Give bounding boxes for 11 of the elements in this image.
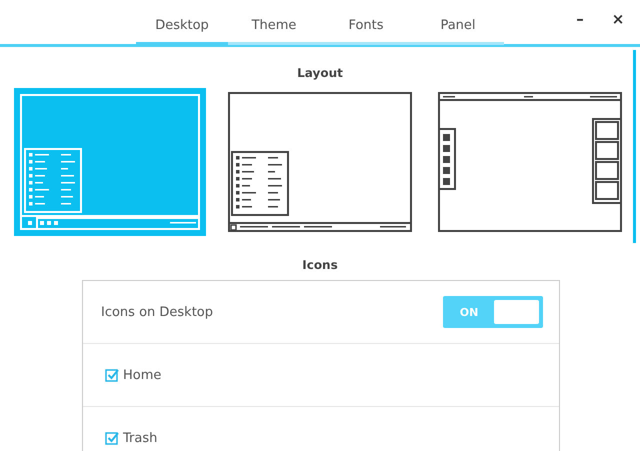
section-title: Layout	[296, 66, 344, 82]
section-title: Icons	[301, 258, 339, 274]
minimize-button[interactable]: –	[568, 10, 592, 28]
close-button[interactable]: ×	[606, 10, 630, 28]
checkbox-label: Home	[123, 368, 162, 382]
tab[interactable]: Panel	[412, 1, 504, 45]
checkbox-label: Trash	[123, 430, 158, 446]
setting-label: Icons on Desktop	[101, 304, 214, 320]
tab[interactable]: Fonts	[320, 1, 412, 45]
tab[interactable]: Desktop	[136, 1, 228, 45]
tab[interactable]: Theme	[228, 1, 320, 45]
